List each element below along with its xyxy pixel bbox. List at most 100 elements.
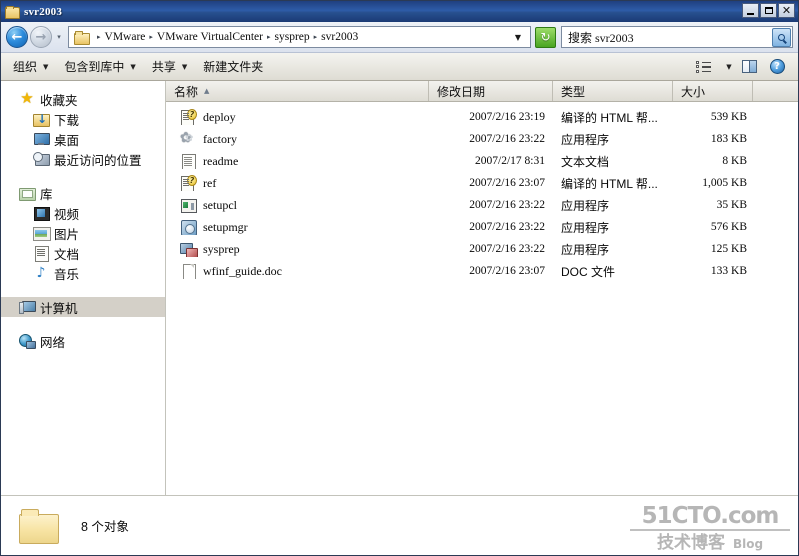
- breadcrumb-separator-icon: ▸: [266, 33, 271, 41]
- file-name-cell: sysprep: [166, 241, 429, 257]
- application-sysprep-icon: [180, 241, 198, 257]
- breadcrumb-item-virtualcenter[interactable]: VMware VirtualCenter: [157, 31, 263, 43]
- application-icon: [180, 197, 197, 213]
- table-row[interactable]: wfinf_guide.doc 2007/2/16 23:07 DOC 文件 1…: [166, 260, 798, 282]
- toolbar-organize-label: 组织: [13, 60, 38, 74]
- preview-pane-icon: [741, 60, 757, 73]
- sidebar-item-recent-places[interactable]: 最近访问的位置: [1, 149, 165, 169]
- sidebar-item-downloads[interactable]: 下载: [1, 109, 165, 129]
- table-row[interactable]: setupmgr 2007/2/16 23:22 应用程序 576 KB: [166, 216, 798, 238]
- sort-ascending-icon: ▲: [204, 87, 210, 95]
- breadcrumb-separator-icon: ▸: [97, 33, 101, 41]
- breadcrumb-item-svr2003[interactable]: svr2003: [321, 31, 358, 43]
- table-row[interactable]: factory 2007/2/16 23:22 应用程序 183 KB: [166, 128, 798, 150]
- chevron-down-icon: ▼: [181, 62, 188, 71]
- forward-button[interactable]: →: [30, 26, 52, 48]
- column-header-type[interactable]: 类型: [553, 81, 673, 101]
- folder-icon: [5, 5, 20, 19]
- table-row[interactable]: setupcl 2007/2/16 23:22 应用程序 35 KB: [166, 194, 798, 216]
- breadcrumb-item-sysprep[interactable]: sysprep: [275, 31, 310, 43]
- watermark-cn-text: 技术博客: [656, 533, 725, 552]
- command-toolbar: 组织 ▼ 包含到库中 ▼ 共享 ▼ 新建文件夹 ▼ ?: [1, 53, 798, 81]
- change-view-button[interactable]: [690, 56, 716, 78]
- file-name: factory: [203, 131, 237, 146]
- sidebar-label-recent-places: 最近访问的位置: [54, 153, 142, 168]
- column-header-size-label: 大小: [681, 84, 706, 99]
- application-wizard-icon: [180, 219, 197, 235]
- navigation-pane: ★ 收藏夹 下载 桌面 最近访问的位置 库 视频: [1, 81, 166, 495]
- table-row[interactable]: ? ref 2007/2/16 23:07 编译的 HTML 帮... 1,00…: [166, 172, 798, 194]
- toolbar-share-button[interactable]: 共享 ▼: [144, 56, 195, 78]
- breadcrumb-item-vmware[interactable]: VMware: [105, 31, 146, 43]
- file-type: 应用程序: [561, 132, 610, 147]
- file-rows: ? deploy 2007/2/16 23:19 编译的 HTML 帮... 5…: [166, 102, 798, 495]
- column-header-name[interactable]: 名称 ▲: [166, 81, 429, 101]
- file-name-cell: setupmgr: [166, 219, 429, 235]
- column-header-date[interactable]: 修改日期: [429, 81, 553, 101]
- explorer-window: svr2003 ✕ ← → ▾ ▸ VMware ▸ VMware Virtua…: [0, 0, 799, 556]
- search-button[interactable]: [772, 27, 791, 47]
- maximize-button[interactable]: [760, 3, 777, 18]
- address-dropdown-icon[interactable]: ▼: [507, 33, 527, 42]
- minimize-button[interactable]: [742, 3, 759, 18]
- file-date: 2007/2/16 23:22: [469, 243, 545, 255]
- toolbar-share-label: 共享: [151, 60, 176, 74]
- sidebar-item-pictures[interactable]: 图片: [1, 223, 165, 243]
- sidebar-label-favorites: 收藏夹: [40, 93, 78, 108]
- help-button[interactable]: ?: [764, 56, 790, 78]
- breadcrumb[interactable]: ▸ VMware ▸ VMware VirtualCenter ▸ syspre…: [68, 26, 531, 48]
- file-name-cell: wfinf_guide.doc: [166, 263, 429, 279]
- column-header-size[interactable]: 大小: [673, 81, 753, 101]
- toolbar-new-folder-button[interactable]: 新建文件夹: [195, 56, 271, 78]
- table-row[interactable]: sysprep 2007/2/16 23:22 应用程序 125 KB: [166, 238, 798, 260]
- back-arrow-icon: ←: [11, 29, 23, 45]
- file-date: 2007/2/16 23:22: [469, 221, 545, 233]
- sidebar-item-documents[interactable]: 文档: [1, 243, 165, 263]
- file-size: 576 KB: [710, 221, 747, 233]
- toolbar-organize-button[interactable]: 组织 ▼: [5, 56, 56, 78]
- status-item-count: 8 个对象: [81, 520, 129, 534]
- file-name-cell: readme: [166, 153, 429, 169]
- sidebar-divider: [1, 283, 165, 297]
- sidebar-item-favorites[interactable]: ★ 收藏夹: [1, 89, 165, 109]
- back-button[interactable]: ←: [6, 26, 28, 48]
- downloads-folder-icon: [33, 111, 50, 127]
- file-name: ref: [203, 175, 217, 190]
- sidebar-item-network[interactable]: 网络: [1, 331, 165, 351]
- star-icon: ★: [20, 89, 34, 107]
- sidebar-item-videos[interactable]: 视频: [1, 203, 165, 223]
- view-dropdown-button[interactable]: ▼: [718, 56, 734, 78]
- file-type: 应用程序: [561, 242, 610, 257]
- recent-places-icon: [33, 151, 50, 167]
- picture-icon: [33, 225, 51, 241]
- sidebar-item-libraries[interactable]: 库: [1, 183, 165, 203]
- sidebar-item-desktop[interactable]: 桌面: [1, 129, 165, 149]
- chevron-down-icon: ▾: [57, 34, 61, 41]
- window-controls: ✕: [742, 3, 795, 18]
- close-button[interactable]: ✕: [778, 3, 795, 18]
- recent-pages-button[interactable]: ▾: [53, 33, 65, 41]
- sidebar-divider: [1, 169, 165, 183]
- breadcrumb-separator-icon: ▸: [149, 33, 153, 41]
- search-input[interactable]: 搜索 svr2003: [562, 29, 772, 46]
- column-header-name-label: 名称: [174, 84, 199, 99]
- file-date: 2007/2/17 8:31: [475, 155, 545, 167]
- sidebar-item-computer[interactable]: 计算机: [1, 297, 165, 317]
- preview-pane-button[interactable]: [736, 56, 762, 78]
- table-row[interactable]: readme 2007/2/17 8:31 文本文档 8 KB: [166, 150, 798, 172]
- sidebar-label-libraries: 库: [40, 187, 53, 202]
- search-box[interactable]: 搜索 svr2003: [561, 26, 793, 48]
- file-type: 文本文档: [561, 154, 610, 169]
- file-size: 8 KB: [722, 155, 747, 167]
- table-row[interactable]: ? deploy 2007/2/16 23:19 编译的 HTML 帮... 5…: [166, 106, 798, 128]
- sidebar-label-desktop: 桌面: [54, 133, 80, 148]
- watermark-site: 51CTO.com: [630, 504, 790, 531]
- refresh-button[interactable]: ↻: [535, 26, 556, 48]
- breadcrumb-separator-icon: ▸: [313, 33, 318, 41]
- file-name-cell: factory: [166, 131, 429, 147]
- search-icon: [778, 33, 785, 41]
- toolbar-include-in-library-button[interactable]: 包含到库中 ▼: [56, 56, 143, 78]
- file-type: DOC 文件: [561, 264, 616, 279]
- address-bar: ← → ▾ ▸ VMware ▸ VMware VirtualCenter ▸ …: [1, 22, 798, 53]
- sidebar-item-music[interactable]: ♪ 音乐: [1, 263, 165, 283]
